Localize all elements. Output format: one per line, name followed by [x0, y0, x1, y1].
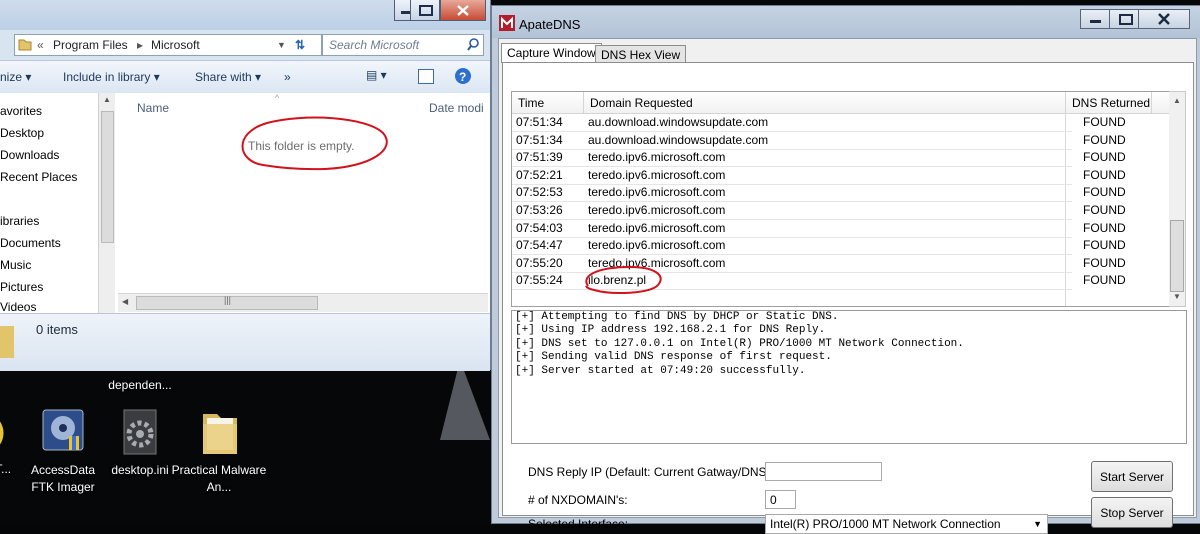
- nav-videos[interactable]: Videos: [0, 300, 36, 312]
- address-bar[interactable]: « Program Files ▸ Microsoft ▼ ⇅: [14, 34, 322, 56]
- organize-menu[interactable]: nize ▾: [0, 70, 31, 84]
- table-row[interactable]: 07:51:39 teredo.ipv6.microsoft.com FOUND: [512, 149, 1126, 168]
- nav-favorites[interactable]: avorites: [0, 104, 42, 118]
- capture-window-panel: Time Domain Requested DNS Returned 07:51…: [502, 62, 1194, 534]
- table-vertical-scrollbar[interactable]: ▲ ▼: [1169, 91, 1186, 307]
- nav-documents[interactable]: Documents: [0, 236, 61, 250]
- tab-dns-hex-view[interactable]: DNS Hex View: [595, 45, 687, 63]
- close-icon: [1158, 13, 1170, 25]
- explorer-toolbar: nize ▾ Include in library ▾ Share with ▾…: [0, 60, 490, 94]
- column-header-date-modified[interactable]: Date modi: [429, 101, 484, 115]
- column-header-domain[interactable]: Domain Requested: [584, 92, 1066, 114]
- server-log-output[interactable]: [+] Attempting to find DNS by DHCP or St…: [511, 310, 1187, 444]
- more-commands-button[interactable]: »: [284, 70, 291, 84]
- nxdomain-count-input[interactable]: 0: [765, 490, 796, 509]
- view-options-icon[interactable]: ▤ ▾: [366, 68, 387, 82]
- search-input[interactable]: Search Microsoft: [322, 34, 484, 56]
- nxdomain-label: # of NXDOMAIN's:: [528, 493, 628, 507]
- nav-music[interactable]: Music: [0, 258, 31, 272]
- red-annotation-circle: [241, 116, 388, 171]
- log-line: [+] Sending valid DNS response of first …: [515, 351, 832, 364]
- table-row[interactable]: 07:54:47 teredo.ipv6.microsoft.com FOUND: [512, 237, 1126, 256]
- interface-select[interactable]: Intel(R) PRO/1000 MT Network Connection …: [765, 514, 1048, 534]
- start-server-button[interactable]: Start Server: [1091, 461, 1173, 492]
- desktop-icon-practical-malware[interactable]: Practical Malware An...: [172, 408, 266, 496]
- file-list: Name ^ Date modi This folder is empty.: [115, 93, 490, 313]
- log-line: [+] Attempting to find DNS by DHCP or St…: [515, 311, 839, 323]
- column-header-name[interactable]: Name: [137, 101, 169, 115]
- search-icon: [467, 38, 479, 51]
- folder-icon: [195, 408, 243, 458]
- selected-interface-label: Selected Interface:: [528, 517, 629, 531]
- svg-text:?: ?: [459, 70, 466, 84]
- refresh-icon[interactable]: ⇅: [295, 38, 305, 52]
- apatedns-client-area: Capture Window DNS Hex View Time Domain …: [498, 38, 1197, 534]
- settings-file-icon: [116, 408, 164, 458]
- column-header-time[interactable]: Time: [512, 92, 584, 114]
- column-header-dns-returned[interactable]: DNS Returned: [1066, 92, 1152, 114]
- explorer-status-bar: 0 items: [0, 313, 490, 371]
- nav-recent-places[interactable]: Recent Places: [0, 170, 77, 184]
- desktop-icon-dependencies[interactable]: dependen...: [95, 377, 185, 394]
- table-row[interactable]: 07:54:03 teredo.ipv6.microsoft.com FOUND: [512, 220, 1126, 238]
- log-line: [+] DNS set to 127.0.0.1 on Intel(R) PRO…: [515, 337, 964, 350]
- address-overflow[interactable]: «: [37, 38, 44, 52]
- sort-indicator-icon: ^: [275, 93, 280, 103]
- folder-icon: [0, 326, 14, 358]
- log-line: [+] Server started at 07:49:20 successfu…: [515, 364, 806, 377]
- navigation-pane: avorites Desktop Downloads Recent Places…: [0, 93, 114, 313]
- table-row[interactable]: 07:51:34 au.download.windowsupdate.com F…: [512, 114, 1126, 132]
- nav-scrollbar[interactable]: ▲: [98, 93, 115, 313]
- file-list-horizontal-scrollbar[interactable]: ◀ |||: [118, 293, 488, 312]
- desktop-wallpaper-shape: [440, 360, 490, 440]
- folder-icon: [18, 39, 32, 51]
- close-button[interactable]: [1138, 9, 1190, 29]
- apatedns-logo-icon: [499, 15, 515, 31]
- table-row[interactable]: 07:52:53 teredo.ipv6.microsoft.com FOUND: [512, 184, 1126, 203]
- table-row[interactable]: 07:53:26 teredo.ipv6.microsoft.com FOUND: [512, 202, 1126, 220]
- apatedns-titlebar: ApateDNS: [492, 6, 1200, 38]
- log-line: [+] Using IP address 192.168.2.1 for DNS…: [515, 324, 826, 337]
- address-dropdown-icon[interactable]: ▼: [277, 40, 286, 50]
- help-icon[interactable]: ?: [454, 67, 472, 85]
- nav-desktop[interactable]: Desktop: [0, 126, 44, 140]
- stop-server-button[interactable]: Stop Server: [1091, 497, 1173, 528]
- table-row[interactable]: 07:51:34 au.download.windowsupdate.com F…: [512, 132, 1126, 150]
- maximize-button[interactable]: [1109, 9, 1141, 29]
- dns-reply-ip-label: DNS Reply IP (Default: Current Gatway/DN…: [528, 465, 774, 479]
- tab-capture-window[interactable]: Capture Window: [501, 43, 602, 63]
- nav-pictures[interactable]: Pictures: [0, 280, 43, 294]
- breadcrumb-separator-icon: ▸: [137, 38, 144, 52]
- close-button[interactable]: [440, 0, 486, 21]
- minimize-button[interactable]: [1080, 9, 1112, 29]
- include-in-library-menu[interactable]: Include in library ▾: [63, 70, 160, 84]
- apatedns-window: ApateDNS Capture Window DNS Hex View Tim…: [491, 5, 1200, 534]
- ftk-imager-icon: [39, 408, 87, 458]
- red-annotation-circle: [585, 265, 662, 294]
- breadcrumb-program-files[interactable]: Program Files: [53, 38, 128, 52]
- maximize-button[interactable]: [410, 0, 440, 21]
- table-row[interactable]: 07:52:21 teredo.ipv6.microsoft.com FOUND: [512, 167, 1126, 185]
- dns-request-table: Time Domain Requested DNS Returned 07:51…: [511, 91, 1171, 307]
- explorer-window: « Program Files ▸ Microsoft ▼ ⇅ Search M…: [0, 0, 491, 371]
- share-with-menu[interactable]: Share with ▾: [195, 70, 261, 84]
- window-title: ApateDNS: [519, 17, 581, 32]
- nav-libraries[interactable]: ibraries: [0, 214, 39, 228]
- nav-downloads[interactable]: Downloads: [0, 148, 59, 162]
- dns-reply-ip-input[interactable]: [765, 462, 882, 481]
- close-icon: [457, 5, 469, 16]
- breadcrumb-microsoft[interactable]: Microsoft: [151, 38, 200, 52]
- preview-pane-icon[interactable]: [418, 69, 434, 84]
- item-count: 0 items: [36, 322, 78, 337]
